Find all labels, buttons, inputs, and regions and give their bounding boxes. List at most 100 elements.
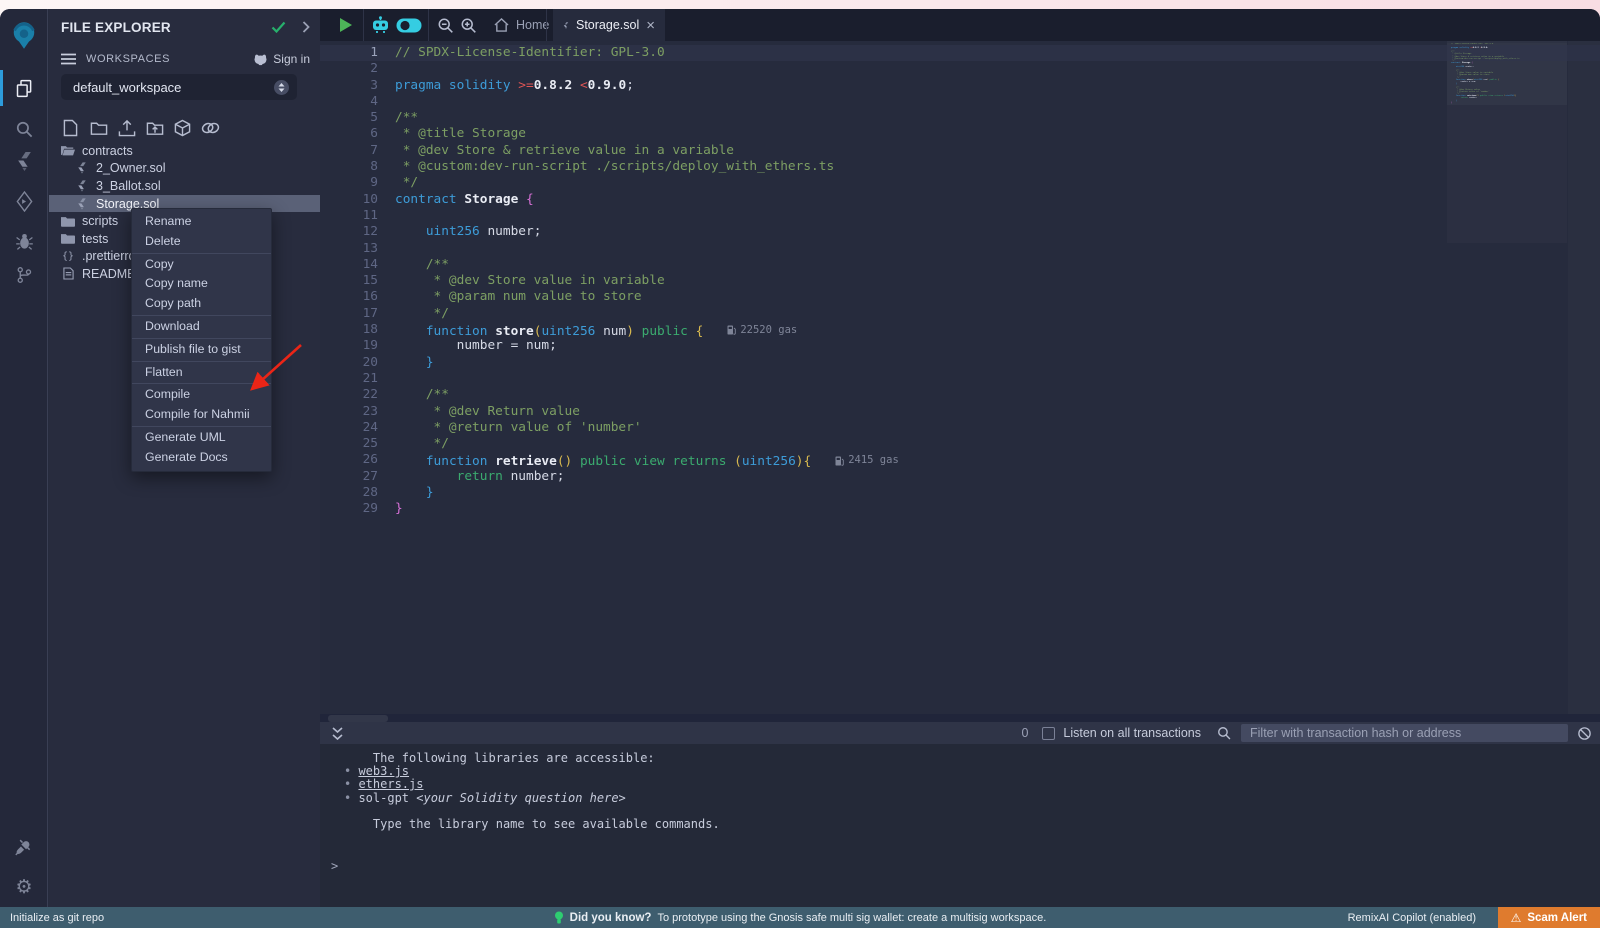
workspace-select[interactable]: default_workspace bbox=[61, 74, 297, 100]
git-icon[interactable] bbox=[0, 258, 48, 292]
solidity-icon bbox=[75, 198, 89, 210]
code-line-1: 1// SPDX-License-Identifier: GPL-3.0 bbox=[320, 45, 1600, 61]
settings-gear-icon[interactable]: ⚙ bbox=[0, 870, 48, 904]
remix-ide-window: ⚙ FILE EXPLORER WORKSPACES Sign in bbox=[0, 9, 1600, 928]
debugger-icon[interactable] bbox=[0, 224, 48, 258]
remix-logo-icon[interactable] bbox=[0, 18, 48, 52]
workspaces-menu-icon[interactable] bbox=[61, 53, 76, 65]
code-line-2: 2 bbox=[320, 61, 1600, 77]
code-line-29: 29} bbox=[320, 501, 1600, 517]
deploy-and-run-icon[interactable] bbox=[0, 184, 48, 218]
solidity-compiler-icon[interactable] bbox=[0, 144, 48, 178]
terminal-search-icon[interactable] bbox=[1217, 726, 1231, 740]
run-script-play-icon[interactable] bbox=[334, 9, 358, 41]
context-menu-item-copy-name[interactable]: Copy name bbox=[132, 274, 271, 294]
new-file-icon[interactable] bbox=[61, 118, 80, 137]
file-explorer-icon[interactable] bbox=[0, 71, 48, 105]
code-line-17: 17 */ bbox=[320, 306, 1600, 322]
code-line-23: 23 * @dev Return value bbox=[320, 404, 1600, 420]
library-link[interactable]: web3.js bbox=[358, 764, 409, 778]
sign-in-button[interactable]: Sign in bbox=[253, 52, 310, 66]
terminal-output[interactable]: The following libraries are accessible: •… bbox=[320, 744, 1600, 907]
solidity-icon bbox=[75, 162, 89, 174]
ipfs-box-icon[interactable] bbox=[173, 118, 192, 137]
tree-item-3-ballot-sol[interactable]: 3_Ballot.sol bbox=[49, 177, 320, 195]
code-line-9: 9 */ bbox=[320, 175, 1600, 191]
search-icon[interactable] bbox=[0, 112, 48, 146]
context-menu-item-delete[interactable]: Delete bbox=[132, 232, 271, 252]
panel-expand-chevron-icon[interactable] bbox=[302, 21, 310, 33]
workspace-name: default_workspace bbox=[73, 80, 181, 95]
terminal-line: The following libraries are accessible: bbox=[320, 752, 1600, 765]
new-folder-icon[interactable] bbox=[89, 118, 108, 137]
transaction-filter-input[interactable] bbox=[1241, 724, 1568, 742]
listen-all-checkbox[interactable] bbox=[1042, 727, 1055, 740]
file-explorer-toolbar bbox=[61, 118, 220, 137]
context-menu-item-download[interactable]: Download bbox=[132, 317, 271, 337]
gas-estimate: 2415 gas bbox=[835, 452, 899, 468]
upload-file-icon[interactable] bbox=[117, 118, 136, 137]
code-line-4: 4 bbox=[320, 94, 1600, 110]
code-line-8: 8 * @custom:dev-run-script ./scripts/dep… bbox=[320, 159, 1600, 175]
copilot-status[interactable]: RemixAI Copilot (enabled) bbox=[1348, 912, 1476, 924]
context-menu-divider bbox=[132, 383, 271, 384]
context-menu-divider bbox=[132, 315, 271, 316]
code-line-16: 16 * @param num value to store bbox=[320, 289, 1600, 305]
scam-alert-badge[interactable]: ⚠ Scam Alert bbox=[1498, 907, 1600, 928]
tree-item-label: tests bbox=[82, 232, 108, 246]
context-menu-item-flatten[interactable]: Flatten bbox=[132, 363, 271, 383]
code-line-13: 13 bbox=[320, 241, 1600, 257]
plugin-manager-icon[interactable] bbox=[0, 831, 48, 865]
horizontal-scrollbar[interactable] bbox=[328, 715, 388, 722]
zoom-in-icon[interactable] bbox=[456, 9, 480, 41]
context-menu-item-generate-docs[interactable]: Generate Docs bbox=[132, 448, 271, 468]
gas-estimate: 22520 gas bbox=[727, 322, 797, 338]
code-line-24: 24 * @return value of 'number' bbox=[320, 420, 1600, 436]
code-line-28: 28 } bbox=[320, 485, 1600, 501]
warning-icon: ⚠ bbox=[1511, 911, 1522, 925]
terminal-expand-icon[interactable] bbox=[332, 727, 343, 740]
context-menu-item-compile-for-nahmii[interactable]: Compile for Nahmii bbox=[132, 405, 271, 425]
clear-console-icon[interactable] bbox=[1577, 726, 1592, 741]
solidity-file-icon bbox=[563, 19, 569, 32]
code-line-3: 3pragma solidity >=0.8.2 <0.9.0; bbox=[320, 78, 1600, 94]
tree-item-label: scripts bbox=[82, 214, 118, 228]
file-text-icon bbox=[61, 267, 75, 280]
editor-minimap[interactable]: 1// SPDX-License-Identifier: GPL-3.023pr… bbox=[1447, 43, 1567, 243]
terminal-line: • sol-gpt <your Solidity question here> bbox=[320, 792, 1600, 805]
git-init-button[interactable]: Initialize as git repo bbox=[0, 912, 104, 924]
braces-icon: {} bbox=[61, 251, 75, 262]
folder-icon bbox=[61, 216, 75, 227]
upload-folder-icon[interactable] bbox=[145, 118, 164, 137]
copilot-toggle[interactable] bbox=[394, 9, 424, 41]
context-menu-item-compile[interactable]: Compile bbox=[132, 385, 271, 405]
context-menu-item-copy-path[interactable]: Copy path bbox=[132, 294, 271, 314]
library-link[interactable]: ethers.js bbox=[358, 777, 423, 791]
terminal-prompt[interactable]: > bbox=[320, 860, 1600, 873]
folder-icon bbox=[61, 233, 75, 244]
transaction-count: 0 bbox=[1021, 726, 1028, 740]
terminal-line: Type the library name to see available c… bbox=[320, 818, 1600, 831]
code-line-19: 19 number = num; bbox=[320, 338, 1600, 354]
code-line-15: 15 * @dev Store value in variable bbox=[320, 273, 1600, 289]
zoom-out-icon[interactable] bbox=[433, 9, 457, 41]
tab-storage-sol[interactable]: Storage.sol × bbox=[553, 9, 665, 41]
solidity-icon bbox=[75, 180, 89, 192]
code-line-12: 12 uint256 number; bbox=[320, 224, 1600, 240]
context-menu-item-publish-file-to-gist[interactable]: Publish file to gist bbox=[132, 340, 271, 360]
context-menu-item-rename[interactable]: Rename bbox=[132, 212, 271, 232]
code-line-29: 29} bbox=[1447, 102, 1567, 104]
code-line-26: 26 function retrieve() public view retur… bbox=[320, 452, 1600, 468]
code-line-11: 11 bbox=[320, 208, 1600, 224]
tab-home[interactable]: Home bbox=[482, 9, 561, 41]
context-menu-item-copy[interactable]: Copy bbox=[132, 255, 271, 275]
close-tab-icon[interactable]: × bbox=[646, 17, 655, 34]
main-area: Home Storage.sol × 1// SPDX-License-Iden… bbox=[320, 9, 1600, 907]
tree-item-contracts[interactable]: contracts bbox=[49, 142, 320, 160]
code-editor[interactable]: 1// SPDX-License-Identifier: GPL-3.023pr… bbox=[320, 41, 1600, 714]
tree-item-2-owner-sol[interactable]: 2_Owner.sol bbox=[49, 160, 320, 178]
context-menu-item-generate-uml[interactable]: Generate UML bbox=[132, 428, 271, 448]
link-icon[interactable] bbox=[201, 118, 220, 137]
code-line-20: 20 } bbox=[320, 355, 1600, 371]
ai-robot-icon[interactable] bbox=[369, 9, 391, 41]
